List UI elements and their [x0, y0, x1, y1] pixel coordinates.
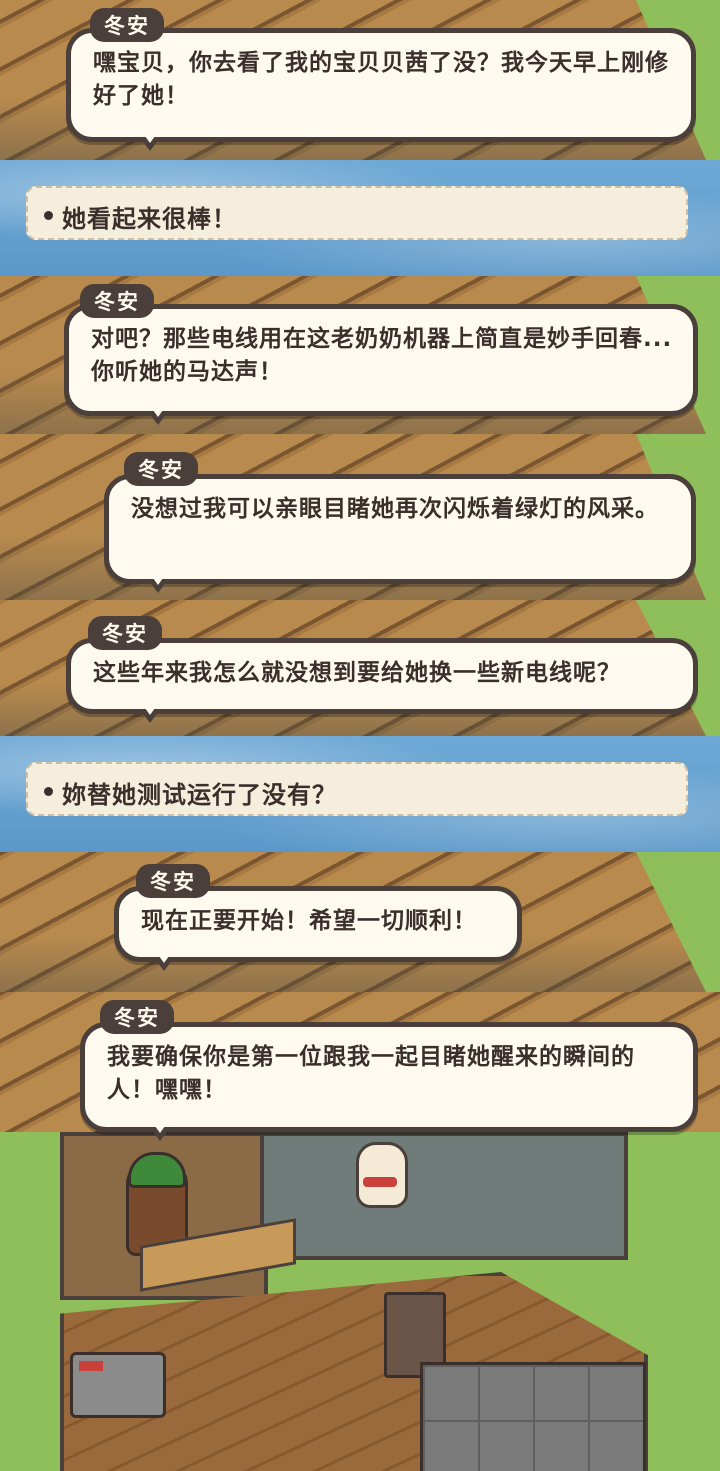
choice-option-button[interactable]: 她看起来很棒！: [26, 186, 688, 240]
speaker-name-tag: 冬安: [100, 1000, 174, 1034]
bullet-dot-icon: [44, 211, 53, 220]
choice-panel-1: 她看起来很棒！: [0, 160, 720, 276]
dialogue-bubble[interactable]: 嘿宝贝，你去看了我的宝贝贝茜了没？我今天早上刚修好了她！: [66, 28, 696, 151]
dialogue-scene-3: 没想过我可以亲眼目睹她再次闪烁着绿灯的风采。 冬安: [0, 434, 720, 600]
bubble-tail: [151, 1126, 169, 1141]
speaker-name-tag: 冬安: [136, 864, 210, 898]
player-rabbit-character[interactable]: [356, 1142, 408, 1208]
speaker-name-tag: 冬安: [90, 8, 164, 42]
speaker-name-tag: 冬安: [80, 284, 154, 318]
dialogue-text: 嘿宝贝，你去看了我的宝贝贝茜了没？我今天早上刚修好了她！: [93, 50, 669, 109]
choice-option-button[interactable]: 妳替她测试运行了没有？: [26, 762, 688, 816]
stone-floor-tiles: [420, 1362, 646, 1471]
grass-area: [636, 852, 720, 992]
dialogue-text: 我要确保你是第一位跟我一起目睹她醒来的瞬间的人！嘿嘿！: [107, 1044, 635, 1103]
generator-battery-box[interactable]: [70, 1352, 166, 1418]
dialogue-bubble[interactable]: 这些年来我怎么就没想到要给她换一些新电线呢？: [66, 638, 698, 723]
dialogue-bubble[interactable]: 我要确保你是第一位跟我一起目睹她醒来的瞬间的人！嘿嘿！: [80, 1022, 698, 1141]
workshop-back-wall: [260, 1132, 628, 1260]
workshop-room-scene: 我要确保你是第一位跟我一起目睹她醒来的瞬间的人！嘿嘿！ 冬安: [0, 992, 720, 1471]
bubble-tail: [155, 956, 173, 971]
choice-option-label: 她看起来很棒！: [62, 205, 237, 233]
choice-option-label: 妳替她测试运行了没有？: [62, 781, 337, 809]
dialogue-scene-2: 对吧？那些电线用在这老奶奶机器上简直是妙手回春...你听她的马达声！ 冬安: [0, 276, 720, 434]
speaker-name-tag: 冬安: [124, 452, 198, 486]
bubble-tail: [141, 708, 159, 723]
dialogue-text: 现在正要开始！希望一切顺利！: [141, 908, 477, 934]
dialogue-scene-1: 嘿宝贝，你去看了我的宝贝贝茜了没？我今天早上刚修好了她！ 冬安: [0, 0, 720, 160]
bubble-tail: [141, 136, 159, 151]
dialogue-text: 这些年来我怎么就没想到要给她换一些新电线呢？: [93, 660, 621, 686]
dialogue-scene-5: 现在正要开始！希望一切顺利！ 冬安: [0, 852, 720, 992]
bubble-tail: [149, 410, 167, 425]
choice-panel-2: 妳替她测试运行了没有？: [0, 736, 720, 852]
dialogue-bubble[interactable]: 对吧？那些电线用在这老奶奶机器上简直是妙手回春...你听她的马达声！: [64, 304, 698, 425]
dialogue-text: 没想过我可以亲眼目睹她再次闪烁着绿灯的风采。: [131, 496, 659, 522]
bullet-dot-icon: [44, 787, 53, 796]
speaker-name-tag: 冬安: [88, 616, 162, 650]
dialogue-text: 对吧？那些电线用在这老奶奶机器上简直是妙手回春...你听她的马达声！: [91, 326, 673, 385]
dialogue-bubble[interactable]: 没想过我可以亲眼目睹她再次闪烁着绿灯的风采。: [104, 474, 696, 593]
bubble-tail: [149, 578, 167, 593]
dialogue-scene-4: 这些年来我怎么就没想到要给她换一些新电线呢？ 冬安: [0, 600, 720, 736]
